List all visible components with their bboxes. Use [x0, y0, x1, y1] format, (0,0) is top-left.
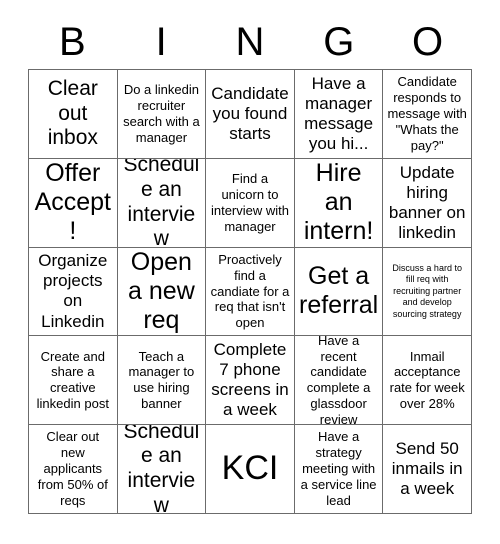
bingo-cell-text: Discuss a hard to fill req with recruiti…	[392, 262, 462, 319]
bingo-cell-text: Offer Accept!	[34, 159, 112, 246]
bingo-header-row: B I N G O	[28, 14, 472, 69]
bingo-cell-text: Open a new req	[128, 248, 195, 334]
bingo-cell[interactable]: Complete 7 phone screens in a week	[206, 336, 295, 426]
bingo-cell[interactable]: Open a new req	[117, 247, 207, 337]
bingo-cell[interactable]: Clear out new applicants from 50% of req…	[29, 425, 118, 514]
header-letter-i: I	[155, 19, 167, 64]
bingo-cell[interactable]: Send 50 inmails in a week	[383, 425, 472, 514]
bingo-grid: Clear out inbox Do a linkedin recruiter …	[28, 69, 472, 514]
bingo-cell-text: Update hiring banner on linkedin	[388, 162, 466, 242]
bingo-cell[interactable]: Hire an intern!	[294, 158, 384, 248]
bingo-cell-text: Send 50 inmails in a week	[391, 439, 463, 499]
bingo-cell[interactable]: KCI	[206, 425, 295, 514]
bingo-cell[interactable]: Teach a manager to use hiring banner	[117, 336, 207, 426]
bingo-cell-text: Schedule an interview	[123, 158, 200, 248]
bingo-cell[interactable]: Create and share a creative linkedin pos…	[29, 336, 118, 426]
bingo-cell[interactable]: Schedule an interview	[117, 425, 207, 514]
bingo-cell[interactable]: Inmail acceptance rate for week over 28%	[383, 336, 472, 426]
bingo-cell-text: Have a recent candidate complete a glass…	[306, 336, 371, 426]
bingo-cell[interactable]: Update hiring banner on linkedin	[383, 158, 472, 248]
bingo-card: B I N G O Clear out inbox Do a linkedin …	[0, 0, 500, 544]
bingo-cell-text: KCI	[221, 449, 279, 488]
bingo-cell[interactable]: Find a unicorn to interview with manager	[206, 158, 295, 248]
bingo-cell[interactable]: Have a manager message you hi...	[294, 70, 384, 159]
bingo-cell[interactable]: Proactively find a candiate for a req th…	[206, 247, 295, 337]
bingo-cell-text: Proactively find a candiate for a req th…	[210, 251, 290, 331]
bingo-cell-text: Have a strategy meeting with a service l…	[300, 429, 377, 508]
bingo-cell[interactable]: Get a referral	[294, 247, 384, 337]
bingo-cell-text: Candidate you found starts	[211, 83, 289, 143]
bingo-cell-text: Complete 7 phone screens in a week	[211, 340, 289, 420]
bingo-cell-text: Teach a manager to use hiring banner	[128, 348, 195, 412]
header-letter-n: N	[235, 19, 265, 64]
bingo-cell[interactable]: Do a linkedin recruiter search with a ma…	[117, 70, 207, 159]
header-letter-g: G	[323, 19, 355, 64]
bingo-cell-text: Find a unicorn to interview with manager	[210, 170, 289, 234]
bingo-cell[interactable]: Candidate you found starts	[206, 70, 295, 159]
bingo-cell-text: Candidate responds to message with "What…	[387, 74, 467, 153]
bingo-cell-text: Organize projects on Linkedin	[38, 251, 108, 331]
bingo-cell[interactable]: Candidate responds to message with "What…	[383, 70, 472, 159]
bingo-cell[interactable]: Schedule an interview	[117, 158, 207, 248]
bingo-cell-text: Hire an intern!	[303, 159, 374, 246]
bingo-cell-text: Clear out inbox	[47, 76, 98, 150]
bingo-cell-text: Create and share a creative linkedin pos…	[36, 348, 109, 412]
bingo-cell-text: Clear out new applicants from 50% of req…	[37, 429, 108, 508]
bingo-cell[interactable]: Offer Accept!	[29, 158, 118, 248]
bingo-cell[interactable]: Clear out inbox	[29, 70, 118, 159]
bingo-cell-text: Schedule an interview	[123, 425, 200, 514]
bingo-cell-text: Have a manager message you hi...	[304, 73, 374, 153]
header-letter-b: B	[59, 19, 86, 64]
bingo-cell[interactable]: Have a strategy meeting with a service l…	[294, 425, 384, 514]
bingo-cell-text: Do a linkedin recruiter search with a ma…	[123, 82, 200, 145]
bingo-cell[interactable]: Discuss a hard to fill req with recruiti…	[383, 247, 472, 337]
bingo-cell-text: Inmail acceptance rate for week over 28%	[389, 348, 465, 412]
bingo-cell[interactable]: Have a recent candidate complete a glass…	[294, 336, 384, 426]
bingo-cell[interactable]: Organize projects on Linkedin	[29, 247, 118, 337]
bingo-cell-text: Get a referral	[299, 262, 379, 320]
header-letter-o: O	[412, 19, 444, 64]
